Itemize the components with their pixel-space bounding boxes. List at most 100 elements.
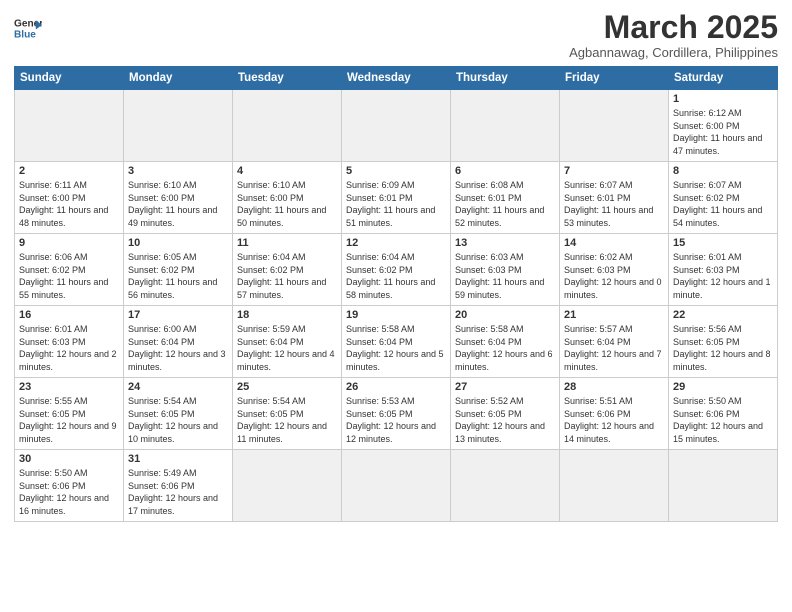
calendar-cell: 14 Sunrise: 6:02 AM Sunset: 6:03 PM Dayli… — [560, 234, 669, 306]
day-number: 1 — [673, 93, 773, 105]
calendar-cell — [342, 90, 451, 162]
calendar-cell — [451, 450, 560, 522]
day-info: Sunrise: 6:02 AM Sunset: 6:03 PM Dayligh… — [564, 251, 664, 301]
day-info: Sunrise: 5:59 AM Sunset: 6:04 PM Dayligh… — [237, 323, 337, 373]
calendar-cell: 28 Sunrise: 5:51 AM Sunset: 6:06 PM Dayli… — [560, 378, 669, 450]
calendar-cell: 19 Sunrise: 5:58 AM Sunset: 6:04 PM Dayli… — [342, 306, 451, 378]
calendar-cell: 16Sunrise: 6:01 AM Sunset: 6:03 PM Dayli… — [15, 306, 124, 378]
day-info: Sunrise: 5:54 AM Sunset: 6:05 PM Dayligh… — [237, 395, 337, 445]
day-info: Sunrise: 6:00 AM Sunset: 6:04 PM Dayligh… — [128, 323, 228, 373]
day-info: Sunrise: 6:10 AM Sunset: 6:00 PM Dayligh… — [237, 179, 337, 229]
calendar-cell: 8Sunrise: 6:07 AM Sunset: 6:02 PM Daylig… — [669, 162, 778, 234]
day-number: 19 — [346, 309, 446, 321]
day-info: Sunrise: 6:04 AM Sunset: 6:02 PM Dayligh… — [237, 251, 337, 301]
calendar-cell: 7 Sunrise: 6:07 AM Sunset: 6:01 PM Daylig… — [560, 162, 669, 234]
day-number: 13 — [455, 237, 555, 249]
calendar-cell: 15Sunrise: 6:01 AM Sunset: 6:03 PM Dayli… — [669, 234, 778, 306]
day-number: 7 — [564, 165, 664, 177]
day-number: 23 — [19, 381, 119, 393]
calendar-cell: 3Sunrise: 6:10 AM Sunset: 6:00 PM Daylig… — [124, 162, 233, 234]
day-info: Sunrise: 6:03 AM Sunset: 6:03 PM Dayligh… — [455, 251, 555, 301]
day-number: 25 — [237, 381, 337, 393]
day-info: Sunrise: 5:58 AM Sunset: 6:04 PM Dayligh… — [346, 323, 446, 373]
day-number: 5 — [346, 165, 446, 177]
calendar-cell: 12Sunrise: 6:04 AM Sunset: 6:02 PM Dayli… — [342, 234, 451, 306]
day-info: Sunrise: 5:50 AM Sunset: 6:06 PM Dayligh… — [673, 395, 773, 445]
col-wednesday: Wednesday — [342, 67, 451, 90]
day-number: 14 — [564, 237, 664, 249]
calendar-cell — [560, 90, 669, 162]
calendar-cell: 25 Sunrise: 5:54 AM Sunset: 6:05 PM Dayli… — [233, 378, 342, 450]
calendar-cell: 24 Sunrise: 5:54 AM Sunset: 6:05 PM Dayli… — [124, 378, 233, 450]
calendar-cell: 5 Sunrise: 6:09 AM Sunset: 6:01 PM Daylig… — [342, 162, 451, 234]
day-info: Sunrise: 5:49 AM Sunset: 6:06 PM Dayligh… — [128, 467, 228, 517]
col-thursday: Thursday — [451, 67, 560, 90]
day-number: 4 — [237, 165, 337, 177]
day-number: 16 — [19, 309, 119, 321]
calendar-cell — [560, 450, 669, 522]
day-number: 27 — [455, 381, 555, 393]
calendar-week-5: 30Sunrise: 5:50 AM Sunset: 6:06 PM Dayli… — [15, 450, 778, 522]
calendar-week-4: 23 Sunrise: 5:55 AM Sunset: 6:05 PM Dayli… — [15, 378, 778, 450]
logo: General Blue — [14, 14, 42, 42]
calendar-cell: 10 Sunrise: 6:05 AM Sunset: 6:02 PM Dayli… — [124, 234, 233, 306]
svg-text:Blue: Blue — [14, 29, 36, 40]
day-number: 29 — [673, 381, 773, 393]
calendar-cell — [233, 90, 342, 162]
day-number: 10 — [128, 237, 228, 249]
day-number: 9 — [19, 237, 119, 249]
calendar-cell: 11 Sunrise: 6:04 AM Sunset: 6:02 PM Dayli… — [233, 234, 342, 306]
header: General Blue March 2025 Agbannawag, Cord… — [14, 10, 778, 60]
day-info: Sunrise: 5:57 AM Sunset: 6:04 PM Dayligh… — [564, 323, 664, 373]
day-info: Sunrise: 6:01 AM Sunset: 6:03 PM Dayligh… — [673, 251, 773, 301]
calendar-cell — [342, 450, 451, 522]
day-info: Sunrise: 6:11 AM Sunset: 6:00 PM Dayligh… — [19, 179, 119, 229]
calendar-cell — [233, 450, 342, 522]
calendar-cell: 27Sunrise: 5:52 AM Sunset: 6:05 PM Dayli… — [451, 378, 560, 450]
day-number: 26 — [346, 381, 446, 393]
calendar-cell: 1 Sunrise: 6:12 AM Sunset: 6:00 PM Daylig… — [669, 90, 778, 162]
col-friday: Friday — [560, 67, 669, 90]
generalblue-logo-icon: General Blue — [14, 14, 42, 42]
day-number: 11 — [237, 237, 337, 249]
calendar-week-1: 2Sunrise: 6:11 AM Sunset: 6:00 PM Daylig… — [15, 162, 778, 234]
day-number: 22 — [673, 309, 773, 321]
page: General Blue March 2025 Agbannawag, Cord… — [0, 0, 792, 612]
calendar-cell: 29 Sunrise: 5:50 AM Sunset: 6:06 PM Dayli… — [669, 378, 778, 450]
subtitle: Agbannawag, Cordillera, Philippines — [569, 45, 778, 60]
calendar-cell: 31Sunrise: 5:49 AM Sunset: 6:06 PM Dayli… — [124, 450, 233, 522]
day-number: 17 — [128, 309, 228, 321]
calendar-cell: 23 Sunrise: 5:55 AM Sunset: 6:05 PM Dayli… — [15, 378, 124, 450]
day-info: Sunrise: 5:50 AM Sunset: 6:06 PM Dayligh… — [19, 467, 119, 517]
col-saturday: Saturday — [669, 67, 778, 90]
day-info: Sunrise: 5:55 AM Sunset: 6:05 PM Dayligh… — [19, 395, 119, 445]
month-title: March 2025 — [569, 10, 778, 45]
day-info: Sunrise: 6:05 AM Sunset: 6:02 PM Dayligh… — [128, 251, 228, 301]
day-info: Sunrise: 6:12 AM Sunset: 6:00 PM Dayligh… — [673, 107, 773, 157]
day-number: 3 — [128, 165, 228, 177]
calendar-cell: 2Sunrise: 6:11 AM Sunset: 6:00 PM Daylig… — [15, 162, 124, 234]
calendar-cell: 26 Sunrise: 5:53 AM Sunset: 6:05 PM Dayli… — [342, 378, 451, 450]
day-info: Sunrise: 5:51 AM Sunset: 6:06 PM Dayligh… — [564, 395, 664, 445]
day-info: Sunrise: 5:58 AM Sunset: 6:04 PM Dayligh… — [455, 323, 555, 373]
title-area: March 2025 Agbannawag, Cordillera, Phili… — [569, 10, 778, 60]
day-info: Sunrise: 6:09 AM Sunset: 6:01 PM Dayligh… — [346, 179, 446, 229]
day-number: 28 — [564, 381, 664, 393]
calendar-cell — [669, 450, 778, 522]
calendar: Sunday Monday Tuesday Wednesday Thursday… — [14, 66, 778, 522]
day-number: 24 — [128, 381, 228, 393]
day-info: Sunrise: 5:56 AM Sunset: 6:05 PM Dayligh… — [673, 323, 773, 373]
day-info: Sunrise: 6:04 AM Sunset: 6:02 PM Dayligh… — [346, 251, 446, 301]
day-info: Sunrise: 5:54 AM Sunset: 6:05 PM Dayligh… — [128, 395, 228, 445]
day-number: 21 — [564, 309, 664, 321]
day-info: Sunrise: 5:53 AM Sunset: 6:05 PM Dayligh… — [346, 395, 446, 445]
day-info: Sunrise: 6:08 AM Sunset: 6:01 PM Dayligh… — [455, 179, 555, 229]
col-sunday: Sunday — [15, 67, 124, 90]
calendar-cell — [124, 90, 233, 162]
day-info: Sunrise: 6:07 AM Sunset: 6:01 PM Dayligh… — [564, 179, 664, 229]
calendar-header-row: Sunday Monday Tuesday Wednesday Thursday… — [15, 67, 778, 90]
calendar-week-0: 1 Sunrise: 6:12 AM Sunset: 6:00 PM Daylig… — [15, 90, 778, 162]
calendar-week-3: 16Sunrise: 6:01 AM Sunset: 6:03 PM Dayli… — [15, 306, 778, 378]
calendar-cell: 21 Sunrise: 5:57 AM Sunset: 6:04 PM Dayli… — [560, 306, 669, 378]
calendar-week-2: 9Sunrise: 6:06 AM Sunset: 6:02 PM Daylig… — [15, 234, 778, 306]
